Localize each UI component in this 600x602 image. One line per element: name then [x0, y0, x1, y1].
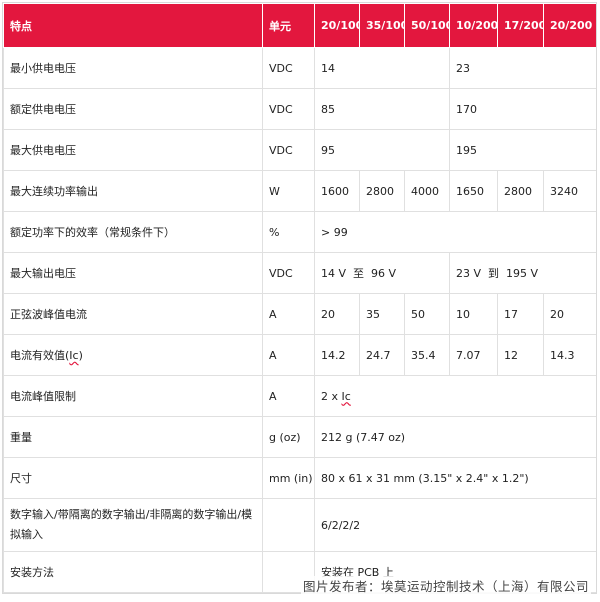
table-row-min-voltage: 最小供电电压 VDC 14 23 [3, 47, 596, 89]
value-200v-group: 195 [449, 129, 596, 171]
table-cell: 35 [359, 293, 405, 335]
value-text: 2 x [321, 389, 342, 403]
ic-symbol: Ic [69, 349, 79, 362]
value-100v-group: 95 [314, 129, 450, 171]
table-row-peak-current: 正弦波峰值电流 A 20 35 50 10 17 20 [3, 293, 596, 335]
row-label: 尺寸 [3, 457, 263, 499]
label-text: ) [78, 349, 83, 362]
header-model-20-200: 20/200 [543, 3, 596, 48]
row-unit: VDC [262, 129, 315, 171]
table-row-efficiency: 额定功率下的效率（常规条件下） % > 99 [3, 211, 596, 253]
header-model-20-100: 20/100 [314, 3, 360, 48]
row-unit: W [262, 170, 315, 212]
row-label: 最大输出电压 [3, 252, 263, 294]
table-row-max-output-voltage: 最大输出电压 VDC 14 V 至 96 V 23 V 到 195 V [3, 252, 596, 294]
header-row: 特点 单元 20/100 35/100 50/100 10/200 17/200… [3, 3, 596, 48]
table-row-rated-voltage: 额定供电电压 VDC 85 170 [3, 88, 596, 130]
table-cell: 24.7 [359, 334, 405, 376]
table-cell: 20 [543, 293, 596, 335]
table-cell: 2800 [359, 170, 405, 212]
ic-symbol: Ic [341, 389, 351, 403]
table-cell: 17 [497, 293, 544, 335]
header-unit: 单元 [262, 3, 315, 48]
value-200v-group: 23 V 到 195 V [449, 252, 596, 294]
table-cell: 4000 [404, 170, 450, 212]
table-cell: 12 [497, 334, 544, 376]
row-unit: mm (in) [262, 457, 315, 499]
value-all-models: 80 x 61 x 31 mm (3.15" x 2.4" x 1.2") [314, 457, 596, 499]
value-all-models: 6/2/2/2 [314, 498, 596, 552]
table-cell: 35.4 [404, 334, 450, 376]
value-all-models: > 99 [314, 211, 596, 253]
row-unit: VDC [262, 252, 315, 294]
table-row-peak-limit: 电流峰值限制 A 2 x Ic [3, 375, 596, 417]
row-label: 安装方法 [3, 551, 263, 593]
row-label: 电流峰值限制 [3, 375, 263, 417]
row-label: 数字输入/带隔离的数字输出/非隔离的数字输出/模拟输入 [3, 498, 263, 552]
value-100v-group: 14 [314, 47, 450, 89]
value-100v-group: 85 [314, 88, 450, 130]
value-100v-group: 14 V 至 96 V [314, 252, 450, 294]
value-200v-group: 23 [449, 47, 596, 89]
row-unit: A [262, 293, 315, 335]
header-feature: 特点 [3, 3, 263, 48]
header-model-10-200: 10/200 [449, 3, 498, 48]
spec-table: 特点 单元 20/100 35/100 50/100 10/200 17/200… [3, 3, 596, 593]
table-cell: 20 [314, 293, 360, 335]
row-label: 正弦波峰值电流 [3, 293, 263, 335]
image-caption: 图片发布者：埃莫运动控制技术（上海）有限公司 [300, 576, 591, 595]
spec-table-frame: 特点 单元 20/100 35/100 50/100 10/200 17/200… [2, 2, 597, 594]
row-unit: VDC [262, 47, 315, 89]
table-row-max-voltage: 最大供电电压 VDC 95 195 [3, 129, 596, 171]
table-cell: 1650 [449, 170, 498, 212]
value-all-models: 2 x Ic [314, 375, 596, 417]
table-cell: 14.3 [543, 334, 596, 376]
row-label: 额定功率下的效率（常规条件下） [3, 211, 263, 253]
row-unit: A [262, 334, 315, 376]
row-unit: % [262, 211, 315, 253]
row-label: 重量 [3, 416, 263, 458]
table-cell: 14.2 [314, 334, 360, 376]
header-model-17-200: 17/200 [497, 3, 544, 48]
table-row-weight: 重量 g (oz) 212 g (7.47 oz) [3, 416, 596, 458]
row-unit [262, 498, 315, 552]
table-cell: 50 [404, 293, 450, 335]
row-unit: g (oz) [262, 416, 315, 458]
table-row-rms-current: 电流有效值(Ic) A 14.2 24.7 35.4 7.07 12 14.3 [3, 334, 596, 376]
row-label: 最大连续功率输出 [3, 170, 263, 212]
header-model-50-100: 50/100 [404, 3, 450, 48]
table-cell: 2800 [497, 170, 544, 212]
row-label: 额定供电电压 [3, 88, 263, 130]
table-row-size: 尺寸 mm (in) 80 x 61 x 31 mm (3.15" x 2.4"… [3, 457, 596, 499]
row-label: 电流有效值(Ic) [3, 334, 263, 376]
row-unit: A [262, 375, 315, 417]
value-all-models: 212 g (7.47 oz) [314, 416, 596, 458]
header-model-35-100: 35/100 [359, 3, 405, 48]
table-cell: 10 [449, 293, 498, 335]
table-cell: 1600 [314, 170, 360, 212]
row-unit: VDC [262, 88, 315, 130]
row-label: 最大供电电压 [3, 129, 263, 171]
table-cell: 3240 [543, 170, 596, 212]
table-cell: 7.07 [449, 334, 498, 376]
label-text: 电流有效值( [10, 349, 70, 362]
value-200v-group: 170 [449, 88, 596, 130]
row-label: 最小供电电压 [3, 47, 263, 89]
table-row-cont-power: 最大连续功率输出 W 1600 2800 4000 1650 2800 3240 [3, 170, 596, 212]
table-row-io: 数字输入/带隔离的数字输出/非隔离的数字输出/模拟输入 6/2/2/2 [3, 498, 596, 552]
